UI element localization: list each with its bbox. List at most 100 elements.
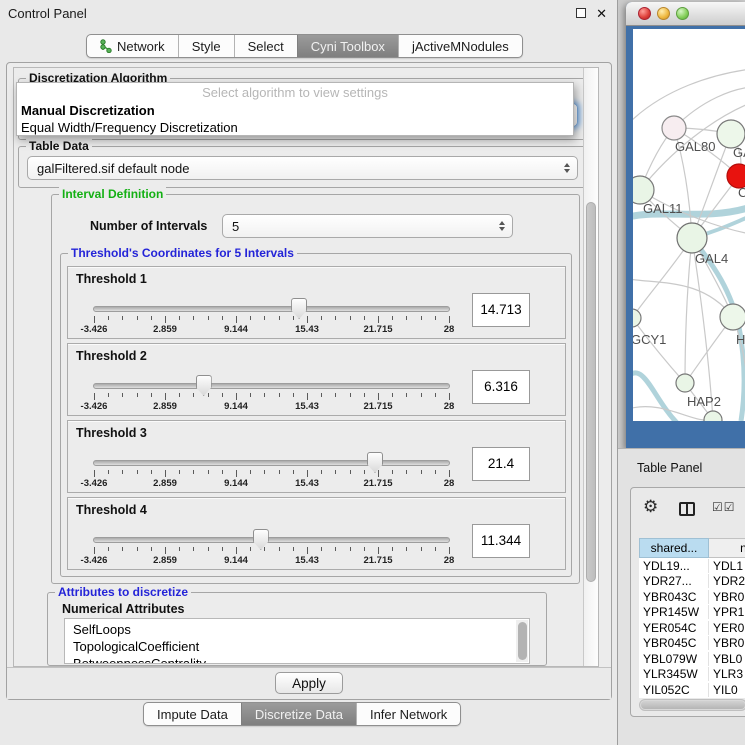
gal80-node[interactable] [662, 116, 686, 140]
tab-select[interactable]: Select [234, 35, 297, 57]
table-row[interactable]: YDR27...YDR2 [639, 574, 745, 590]
slider-tick [449, 393, 450, 400]
table-horizontal-scrollbar-thumb[interactable] [641, 701, 745, 709]
gal11-node[interactable] [633, 176, 654, 204]
threshold-value-field[interactable]: 11.344 [472, 524, 530, 558]
attribute-list-item[interactable]: SelfLoops [73, 621, 529, 638]
network-graph: GAL80GACGAL11GAL4GCY1HHAP2 [633, 29, 745, 421]
network-canvas[interactable]: GAL80GACGAL11GAL4GCY1HHAP2 [633, 29, 745, 421]
slider-tick [435, 470, 436, 474]
tab-style[interactable]: Style [178, 35, 234, 57]
attribute-list-item[interactable]: BetweennessCentrality [73, 655, 529, 664]
slider-tick [193, 393, 194, 397]
algorithm-option-manual[interactable]: Manual Discretization [17, 102, 573, 119]
slider-scale-label: 21.715 [356, 555, 400, 566]
table-row[interactable]: YPR145WYPR1 [639, 605, 745, 621]
table-row[interactable]: YBL079WYBL0 [639, 651, 745, 667]
column-header-shared-name[interactable]: shared... [639, 538, 709, 558]
gcy1-node[interactable] [633, 309, 641, 327]
table-data-title: Table Data [26, 139, 92, 153]
slider-tick [94, 393, 95, 400]
threshold-value-field[interactable]: 21.4 [472, 447, 530, 481]
right-mid-node[interactable] [720, 304, 745, 330]
slider-tick [94, 470, 95, 477]
table-row[interactable]: YIL052CYIL0 [639, 682, 745, 698]
slider-scale-label: -3.426 [72, 401, 116, 412]
network-edge-thick[interactable] [633, 373, 679, 421]
network-window-titlebar[interactable] [626, 2, 745, 26]
number-of-intervals-combobox[interactable]: 5 [222, 214, 513, 238]
panel-vertical-scrollbar-thumb[interactable] [586, 202, 596, 582]
algorithm-popup-hint: Select algorithm to view settings [17, 83, 573, 102]
threshold-slider-track[interactable] [93, 460, 450, 466]
float-window-icon[interactable] [576, 8, 586, 18]
numerical-attributes-list[interactable]: SelfLoopsTopologicalCoefficientBetweenne… [64, 618, 530, 664]
table-row[interactable]: YER054CYER0 [639, 620, 745, 636]
slider-tick [222, 470, 223, 474]
close-icon[interactable]: ✕ [596, 7, 607, 20]
node-label: GAL11 [643, 201, 683, 216]
slider-scale-label: 9.144 [214, 401, 258, 412]
zoom-traffic-light[interactable] [676, 7, 689, 20]
apply-button[interactable]: Apply [275, 672, 343, 694]
slider-tick [350, 470, 351, 474]
top-right-node[interactable] [717, 120, 745, 148]
slider-scale-label: 2.859 [143, 478, 187, 489]
threshold-slider-handle[interactable] [367, 452, 383, 473]
slider-scale-label: 21.715 [356, 478, 400, 489]
slider-tick [335, 316, 336, 320]
network-edge[interactable] [685, 238, 692, 383]
attributes-list-scrollbar-thumb[interactable] [518, 622, 527, 660]
gal4-node[interactable] [677, 223, 707, 253]
mode-tab-infer-network[interactable]: Infer Network [356, 703, 460, 725]
slider-tick [179, 470, 180, 474]
table-row[interactable]: YBR043CYBR0 [639, 589, 745, 605]
node-label: GA [733, 145, 745, 160]
threshold-slider-handle[interactable] [196, 375, 212, 396]
threshold-slider-handle[interactable] [253, 529, 269, 550]
hap2-node[interactable] [676, 374, 694, 392]
panel-vertical-scrollbar[interactable] [583, 68, 598, 666]
slider-tick [449, 316, 450, 323]
slider-tick [421, 393, 422, 397]
minimize-traffic-light[interactable] [657, 7, 670, 20]
numerical-attributes-label: Numerical Attributes [62, 602, 184, 616]
control-panel-title: Control Panel [8, 6, 87, 21]
tab-label: jActiveMNodules [412, 39, 509, 54]
algorithm-option-equal-width[interactable]: Equal Width/Frequency Discretization [17, 119, 573, 136]
threshold-value-field[interactable]: 6.316 [472, 370, 530, 404]
slider-tick [364, 470, 365, 474]
slider-tick [406, 316, 407, 320]
column-header-name[interactable]: n [709, 538, 745, 558]
attribute-list-item[interactable]: TopologicalCoefficient [73, 638, 529, 655]
threshold-label: Threshold 4 [76, 503, 147, 517]
tab-jactivemnodules[interactable]: jActiveMNodules [398, 35, 522, 57]
tab-network[interactable]: Network [87, 35, 178, 57]
slider-tick [307, 393, 308, 400]
table-horizontal-scrollbar[interactable] [639, 699, 745, 711]
threshold-slider-track[interactable] [93, 537, 450, 543]
mode-tab-discretize-data[interactable]: Discretize Data [241, 703, 356, 725]
node-table-panel: ⚙ ☑☑ shared... n YDL19...YDL1YDR27...YDR… [630, 487, 745, 717]
table-settings-gear-icon[interactable]: ⚙ [643, 497, 658, 517]
threshold-slider-track[interactable] [93, 383, 450, 389]
close-traffic-light[interactable] [638, 7, 651, 20]
table-select-checkboxes-icon[interactable]: ☑☑ [712, 500, 736, 514]
network-edge[interactable] [633, 69, 745, 124]
slider-tick [392, 316, 393, 320]
slider-tick [392, 470, 393, 474]
tab-cyni-toolbox[interactable]: Cyni Toolbox [297, 35, 398, 57]
threshold-value-field[interactable]: 14.713 [472, 293, 530, 327]
threshold-slider-track[interactable] [93, 306, 450, 312]
table-columns-icon[interactable] [679, 502, 695, 516]
slider-tick [137, 547, 138, 551]
attributes-list-scrollbar[interactable] [516, 620, 528, 662]
table-data-combobox[interactable]: galFiltered.sif default node [27, 156, 578, 180]
table-row[interactable]: YDL19...YDL1 [639, 558, 745, 574]
table-row[interactable]: YBR045CYBR0 [639, 636, 745, 652]
name-cell: YLR3 [709, 667, 745, 681]
slider-tick [122, 547, 123, 551]
mode-tab-impute-data[interactable]: Impute Data [144, 703, 241, 725]
interval-definition-group: Interval Definition Number of Intervals … [51, 194, 580, 584]
table-row[interactable]: YLR345WYLR3 [639, 667, 745, 683]
